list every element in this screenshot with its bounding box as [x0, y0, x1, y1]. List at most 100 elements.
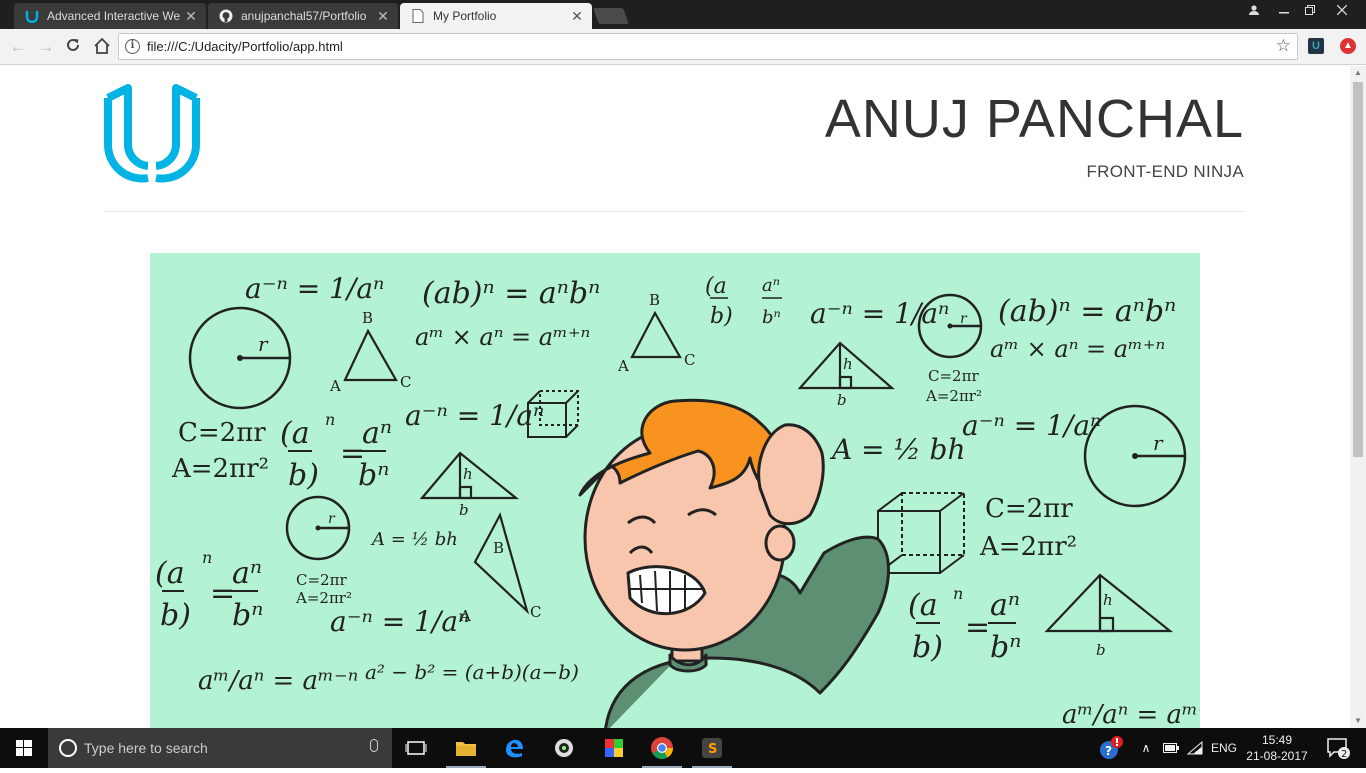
svg-text:r: r [258, 332, 269, 356]
svg-text:n: n [202, 548, 212, 567]
edge-icon[interactable] [490, 728, 538, 768]
clock-time: 15:49 [1261, 733, 1293, 747]
window-close-icon[interactable] [1322, 0, 1362, 20]
microphone-icon[interactable] [370, 739, 378, 752]
clock-date: 21-08-2017 [1246, 749, 1308, 763]
svg-text:b): b) [912, 630, 943, 665]
page-viewport: ANUJ PANCHAL FRONT-END NINJA a⁻ⁿ = 1/aⁿ … [0, 66, 1350, 728]
page-scrollbar[interactable]: ▲ ▼ [1350, 66, 1366, 728]
info-icon[interactable]: i [125, 39, 140, 54]
svg-text:A: A [617, 357, 629, 375]
forward-icon[interactable]: → [36, 37, 56, 57]
svg-text:(a: (a [280, 416, 310, 451]
wifi-icon[interactable] [1184, 728, 1206, 768]
close-icon[interactable]: ✕ [376, 8, 390, 25]
tab-github[interactable]: anujpanchal57/Portfolio ✕ [208, 3, 398, 29]
reload-icon[interactable] [63, 37, 83, 57]
page-title: ANUJ PANCHAL [824, 89, 1244, 149]
tab-my-portfolio[interactable]: My Portfolio ✕ [400, 3, 592, 29]
profile-icon[interactable] [1240, 0, 1268, 20]
formula-text: a⁻ⁿ = 1/aⁿ [962, 409, 1101, 442]
chevron-up-icon[interactable]: ∧ [1136, 728, 1156, 768]
search-input[interactable]: Type here to search [84, 740, 208, 756]
svg-text:b): b) [288, 458, 319, 493]
minimize-icon[interactable] [1270, 0, 1298, 20]
home-icon[interactable] [92, 37, 112, 57]
svg-text:A: A [329, 377, 341, 395]
svg-text:B: B [362, 309, 373, 327]
formula-text: A=2πr² [171, 454, 269, 484]
formula-text: aᵐ × aⁿ = aᵐ⁺ⁿ [990, 335, 1165, 363]
svg-text:bⁿ: bⁿ [358, 458, 389, 493]
scrollbar-thumb[interactable] [1353, 82, 1363, 457]
scroll-up-icon[interactable]: ▲ [1350, 66, 1366, 80]
tab-title: My Portfolio [433, 9, 497, 23]
svg-text:b: b [837, 391, 847, 409]
svg-text:aⁿ: aⁿ [232, 556, 262, 591]
svg-text:b: b [459, 501, 469, 519]
chrome-icon[interactable] [638, 728, 686, 768]
svg-text:n: n [325, 410, 335, 429]
cortana-icon [59, 739, 77, 757]
formula-text: a⁻ⁿ = 1/aⁿ [405, 399, 544, 432]
close-icon[interactable]: ✕ [570, 8, 584, 25]
media-player-icon[interactable] [540, 728, 588, 768]
formula-text: aᵐ/aⁿ = aᵐ⁻ⁿ [1062, 700, 1200, 728]
svg-text:S: S [708, 742, 717, 757]
svg-text:(a: (a [908, 588, 938, 623]
svg-text:r: r [328, 511, 336, 527]
svg-text:b): b) [710, 304, 733, 329]
udacity-logo [100, 84, 204, 184]
udacity-extension-icon[interactable]: U [1308, 38, 1324, 54]
formula-text: A = ½ bh [370, 529, 458, 550]
app-icon[interactable] [590, 728, 638, 768]
back-icon[interactable]: ← [8, 37, 28, 57]
svg-text:h: h [843, 355, 853, 373]
svg-text:bⁿ: bⁿ [990, 630, 1021, 665]
task-view-icon[interactable] [392, 728, 440, 768]
formula-text: a⁻ⁿ = 1/aⁿ [245, 272, 384, 305]
udacity-icon [24, 8, 40, 24]
security-alert-icon[interactable]: ? [1094, 728, 1128, 768]
svg-text:bⁿ: bⁿ [232, 598, 263, 633]
page-icon [410, 8, 426, 24]
svg-text:aⁿ: aⁿ [990, 588, 1020, 623]
formula-text: aᵐ/aⁿ = aᵐ⁻ⁿ [198, 666, 358, 696]
tab-udacity[interactable]: Advanced Interactive We ✕ [14, 3, 206, 29]
windows-taskbar: Type here to search S ? ∧ ENG 15:49 21-0… [0, 728, 1366, 768]
file-explorer-icon[interactable] [442, 728, 490, 768]
battery-icon[interactable] [1160, 728, 1182, 768]
svg-text:b: b [1096, 641, 1106, 659]
notification-center-icon[interactable]: 2 [1318, 728, 1358, 768]
star-icon[interactable]: ☆ [1276, 36, 1291, 56]
svg-text:C: C [684, 351, 695, 369]
svg-text:r: r [1153, 431, 1164, 455]
sublime-text-icon[interactable]: S [688, 728, 736, 768]
language-indicator[interactable]: ENG [1210, 728, 1238, 768]
start-button[interactable] [0, 728, 48, 768]
close-icon[interactable]: ✕ [184, 8, 198, 25]
svg-text:(a: (a [705, 274, 727, 299]
formula-text: A=2πr² [925, 387, 982, 405]
formula-text: (ab)ⁿ = aⁿbⁿ [422, 276, 600, 311]
formula-text: A = ½ bh [829, 433, 965, 466]
svg-text:h: h [1103, 591, 1113, 609]
extension-icon[interactable]: ▲ [1340, 38, 1356, 54]
svg-text:n: n [953, 584, 963, 603]
github-icon [218, 8, 234, 24]
svg-text:C: C [530, 603, 541, 621]
clock[interactable]: 15:49 21-08-2017 [1244, 728, 1310, 768]
formula-text: C=2πr [296, 571, 347, 589]
url-text[interactable]: file:///C:/Udacity/Portfolio/app.html [147, 39, 343, 54]
formula-text: a⁻ⁿ = 1/aⁿ [330, 605, 469, 638]
formula-text: C=2πr [178, 418, 266, 448]
address-bar[interactable]: i file:///C:/Udacity/Portfolio/app.html … [118, 33, 1298, 60]
svg-text:b): b) [160, 598, 191, 633]
new-tab-button[interactable] [593, 8, 629, 24]
restore-icon[interactable] [1296, 0, 1324, 20]
formula-text: (ab)ⁿ = aⁿbⁿ [998, 294, 1176, 329]
scroll-down-icon[interactable]: ▼ [1350, 714, 1366, 728]
svg-text:=: = [965, 610, 990, 645]
svg-text:A: A [459, 607, 471, 625]
taskbar-search[interactable]: Type here to search [48, 728, 392, 768]
